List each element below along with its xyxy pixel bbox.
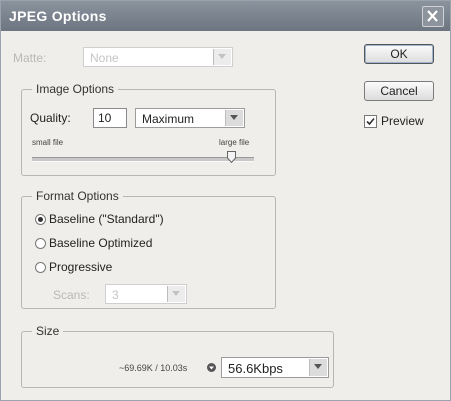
progressive-label: Progressive	[49, 260, 113, 274]
window-title: JPEG Options	[9, 8, 107, 24]
small-file-label: small file	[32, 138, 64, 147]
baseline-label: Baseline ("Standard")	[49, 212, 164, 226]
image-options-group: Image Options	[21, 82, 276, 176]
matte-value: None	[90, 51, 119, 65]
jpeg-options-dialog: JPEG Options Matte: None OK Cancel Previ…	[0, 0, 451, 401]
baseline-optimized-label: Baseline Optimized	[49, 236, 153, 250]
chevron-down-icon	[225, 110, 243, 126]
preview-label: Preview	[381, 114, 424, 128]
title-bar: JPEG Options	[1, 1, 450, 31]
quality-label-row: Quality:	[30, 111, 71, 125]
quality-label: Quality:	[30, 111, 71, 125]
radio-baseline-optimized[interactable]	[35, 237, 46, 249]
ok-button[interactable]: OK	[364, 44, 434, 64]
dropdown-icon[interactable]	[206, 362, 217, 373]
radio-baseline[interactable]	[35, 213, 46, 225]
checkmark-icon	[366, 117, 375, 125]
matte-row: Matte:	[13, 51, 46, 65]
large-file-label: large file	[219, 138, 250, 147]
preview-checkbox-row[interactable]: Preview	[364, 114, 424, 128]
quality-slider-track[interactable]	[32, 157, 254, 162]
quality-preset-value: Maximum	[142, 112, 195, 126]
format-option-progressive[interactable]: Progressive	[35, 260, 112, 274]
chevron-down-icon	[167, 286, 185, 302]
format-option-baseline[interactable]: Baseline ("Standard")	[35, 212, 164, 226]
matte-select[interactable]: None	[83, 47, 233, 67]
size-legend: Size	[32, 324, 64, 338]
rate-value: 56.6Kbps	[228, 361, 283, 376]
radio-progressive[interactable]	[35, 261, 46, 273]
scans-row: Scans:	[53, 288, 90, 302]
quality-slider-thumb[interactable]	[227, 151, 236, 163]
format-option-baseline-optimized[interactable]: Baseline Optimized	[35, 236, 152, 250]
rate-select[interactable]: 56.6Kbps	[221, 357, 329, 378]
quality-preset-select[interactable]: Maximum	[135, 108, 245, 128]
chevron-down-icon	[309, 359, 327, 376]
close-icon	[427, 10, 438, 22]
close-button[interactable]	[422, 6, 444, 27]
chevron-down-icon	[213, 49, 231, 65]
preview-checkbox[interactable]	[364, 114, 377, 128]
image-options-legend: Image Options	[32, 82, 119, 96]
cancel-button[interactable]: Cancel	[364, 81, 434, 101]
size-readout: ~69.69K / 10.03s	[119, 363, 188, 373]
format-options-legend: Format Options	[32, 189, 123, 203]
quality-input[interactable]: 10	[93, 108, 127, 128]
scans-select[interactable]: 3	[105, 284, 187, 304]
scans-label: Scans:	[53, 288, 90, 302]
matte-label: Matte:	[13, 51, 47, 65]
scans-value: 3	[112, 288, 119, 302]
